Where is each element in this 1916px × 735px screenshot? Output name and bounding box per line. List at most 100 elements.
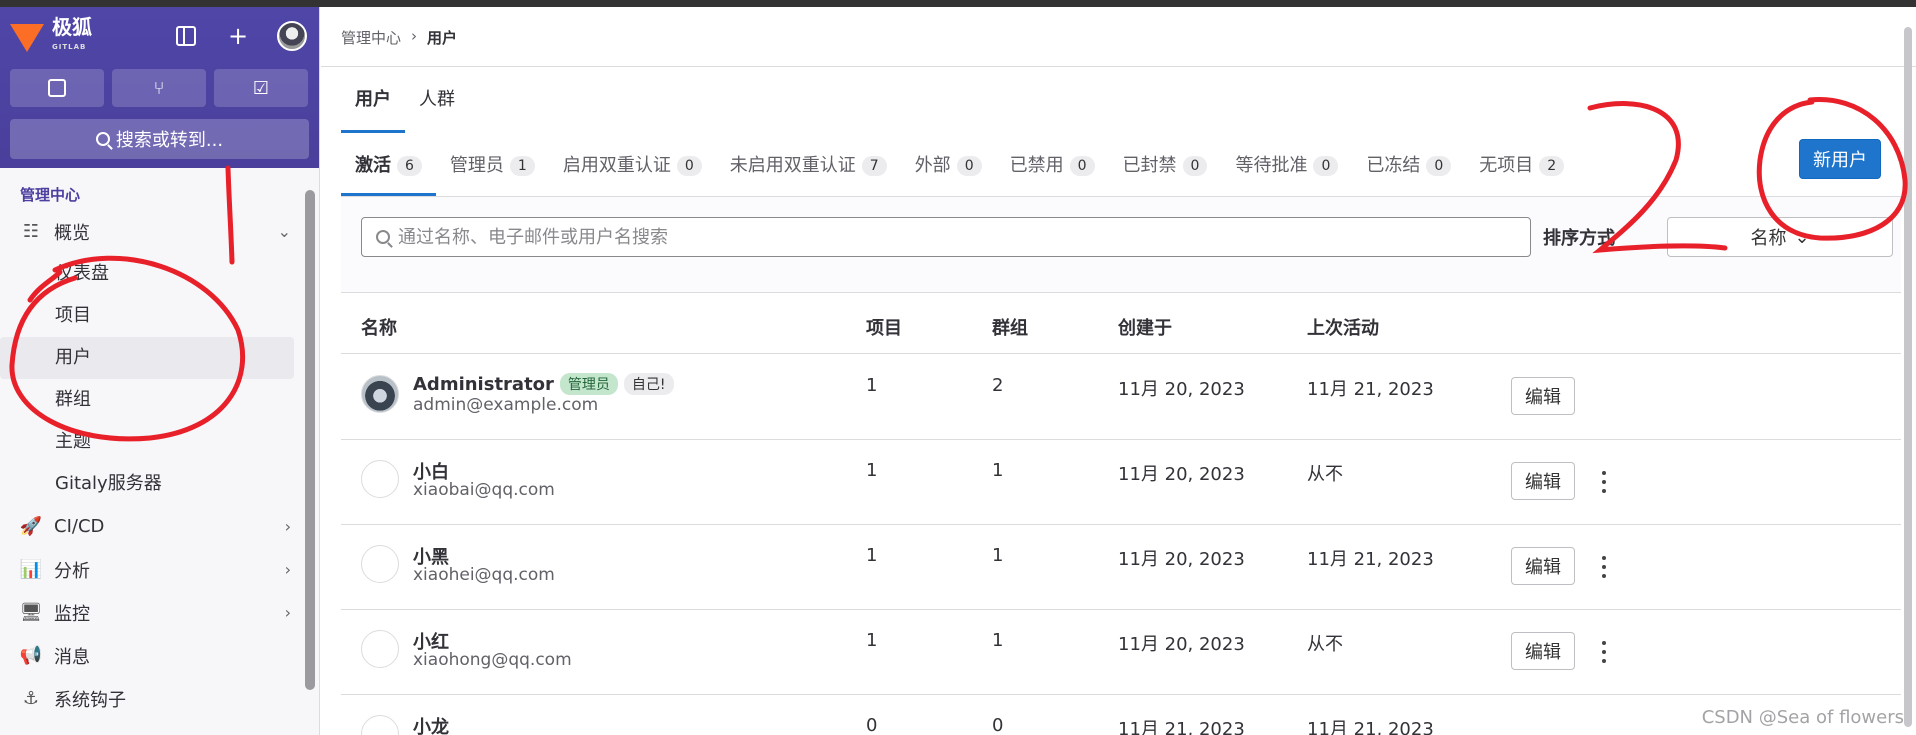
projects-count: 1 — [866, 460, 878, 481]
table-header: 名称 项目 群组 创建于 上次活动 — [341, 294, 1901, 354]
groups-count: 2 — [992, 375, 1004, 396]
avatar[interactable] — [361, 375, 399, 413]
more-actions-icon[interactable] — [1594, 553, 1614, 581]
tab-external[interactable]: 外部 0 — [901, 136, 996, 196]
user-name[interactable]: 小龙 — [413, 713, 449, 735]
tab-users[interactable]: 用户 — [341, 67, 405, 133]
tab-label: 未启用双重认证 — [729, 155, 856, 176]
tab-deactivated[interactable]: 已冻结 0 — [1352, 136, 1465, 196]
sidebar-scrollbar[interactable] — [305, 190, 315, 690]
tab-pending-approval[interactable]: 等待批准 0 — [1221, 136, 1352, 196]
tab-2fa-enabled[interactable]: 启用双重认证 0 — [549, 136, 716, 196]
todo-check-icon: ☑ — [252, 77, 270, 99]
tab-without-projects[interactable]: 无项目 2 — [1465, 136, 1578, 196]
count-badge: 0 — [676, 156, 702, 176]
header-name[interactable]: 名称 — [361, 314, 397, 340]
user-name[interactable]: Administrator — [413, 374, 554, 395]
groups-count: 1 — [992, 630, 1004, 651]
search-input[interactable] — [398, 226, 1498, 248]
new-user-button[interactable]: 新用户 — [1799, 139, 1881, 179]
avatar[interactable] — [361, 715, 399, 735]
sidebar-item-overview[interactable]: ☷ 概览 ⌄ — [0, 210, 319, 253]
avatar[interactable] — [361, 460, 399, 498]
chevron-right-icon: › — [284, 517, 291, 536]
search-icon — [95, 132, 110, 146]
sidebar-subitem-topics[interactable]: 主题 — [0, 421, 294, 463]
sort-dropdown[interactable]: 名称 ⌄ — [1667, 217, 1893, 257]
watermark: CSDN @Sea of flowers — [1701, 707, 1904, 728]
table-row: 小白 xiaobai@qq.com 1 1 11月 20, 2023 从不 编辑 — [341, 440, 1901, 525]
admin-badge: 管理员 — [559, 373, 618, 395]
todos-button[interactable]: ☑ — [214, 69, 308, 107]
edit-button[interactable]: 编辑 — [1511, 377, 1575, 415]
edit-button[interactable]: 编辑 — [1511, 632, 1575, 670]
window-top-strip — [0, 0, 1916, 7]
projects-count: 0 — [866, 715, 878, 735]
tab-label: 已冻结 — [1366, 155, 1421, 176]
tab-blocked[interactable]: 已禁用 0 — [996, 136, 1109, 196]
table-row: Administrator 管理员 自己! admin@example.com … — [341, 355, 1901, 440]
user-email: xiaohei@qq.com — [413, 565, 555, 585]
more-actions-icon[interactable] — [1594, 468, 1614, 496]
breadcrumb-current[interactable]: 用户 — [427, 27, 457, 48]
more-actions-icon[interactable] — [1594, 638, 1614, 666]
sidebar-item-monitoring[interactable]: 🖥 监控 › — [0, 591, 319, 634]
tab-cohorts[interactable]: 人群 — [405, 67, 469, 133]
tab-2fa-disabled[interactable]: 未启用双重认证 7 — [716, 136, 901, 196]
issues-button[interactable] — [10, 69, 104, 107]
anchor-icon: ⚓ — [22, 688, 40, 709]
sidebar-subitem-users[interactable]: 用户 — [0, 337, 294, 379]
header-projects[interactable]: 项目 — [866, 314, 902, 340]
merge-requests-button[interactable]: ⑂ — [112, 69, 206, 107]
breadcrumb-admin[interactable]: 管理中心 — [341, 27, 401, 48]
sidebar-subitem-dashboard[interactable]: 仪表盘 — [0, 253, 294, 295]
groups-count: 1 — [992, 460, 1004, 481]
edit-button[interactable]: 编辑 — [1511, 547, 1575, 585]
sidebar-nav: 管理中心 ☷ 概览 ⌄ 仪表盘 项目 用户 群组 主题 Gitaly服务器 🚀 … — [0, 168, 319, 735]
count-badge: 0 — [1069, 156, 1095, 176]
sidebar-item-system-hooks[interactable]: ⚓ 系统钩子 — [0, 677, 319, 720]
sidebar-item-label: 分析 — [54, 560, 90, 582]
issues-icon — [48, 79, 66, 97]
tab-admins[interactable]: 管理员 1 — [436, 136, 549, 196]
sidebar-subitem-projects[interactable]: 项目 — [0, 295, 294, 337]
last-activity: 11月 21, 2023 — [1307, 719, 1434, 735]
header-created[interactable]: 创建于 — [1118, 314, 1172, 340]
table-row: 小黑 xiaohei@qq.com 1 1 11月 20, 2023 11月 2… — [341, 525, 1901, 610]
sidebar-item-messages[interactable]: 📢 消息 — [0, 634, 319, 677]
user-avatar[interactable] — [277, 21, 307, 51]
sidebar-subitem-gitaly-servers[interactable]: Gitaly服务器 — [0, 463, 294, 505]
tab-label: 已封禁 — [1122, 155, 1177, 176]
plus-icon[interactable]: + — [225, 22, 251, 50]
sidebar-item-label: CI/CD — [54, 516, 105, 537]
last-activity: 11月 21, 2023 — [1307, 549, 1434, 570]
tab-banned[interactable]: 已封禁 0 — [1109, 136, 1222, 196]
overview-icon: ☷ — [22, 221, 40, 242]
avatar[interactable] — [361, 545, 399, 583]
user-search-field[interactable] — [361, 217, 1531, 257]
self-badge: 自己! — [623, 373, 674, 395]
created-date: 11月 21, 2023 — [1118, 719, 1245, 735]
sort-value: 名称 — [1750, 228, 1787, 249]
edit-button[interactable]: 编辑 — [1511, 462, 1575, 500]
user-email: xiaobai@qq.com — [413, 480, 555, 500]
tab-active[interactable]: 激活 6 — [341, 136, 436, 196]
sidebar-subitem-groups[interactable]: 群组 — [0, 379, 294, 421]
rocket-icon: 🚀 — [19, 516, 43, 537]
groups-count: 1 — [992, 545, 1004, 566]
divider — [321, 66, 1916, 67]
breadcrumb: 管理中心 › 用户 — [341, 27, 457, 48]
tab-label: 激活 — [355, 155, 391, 176]
header-last-activity[interactable]: 上次活动 — [1307, 314, 1379, 340]
search-or-goto-button[interactable]: 搜索或转到... — [10, 119, 309, 159]
header-groups[interactable]: 群组 — [992, 314, 1028, 340]
sidebar-item-analytics[interactable]: 📊 分析 › — [0, 548, 319, 591]
count-badge: 0 — [1182, 156, 1208, 176]
main-scrollbar[interactable] — [1904, 27, 1912, 727]
sidebar-toggle-icon[interactable] — [173, 23, 199, 49]
sidebar-item-cicd[interactable]: 🚀 CI/CD › — [0, 505, 319, 548]
main-content: 管理中心 › 用户 用户 人群 激活 6 管理员 1 启用双重认证 0 未启用双重认证… — [321, 7, 1916, 735]
count-badge: 1 — [509, 156, 535, 176]
last-activity: 从不 — [1307, 464, 1343, 485]
avatar[interactable] — [361, 630, 399, 668]
